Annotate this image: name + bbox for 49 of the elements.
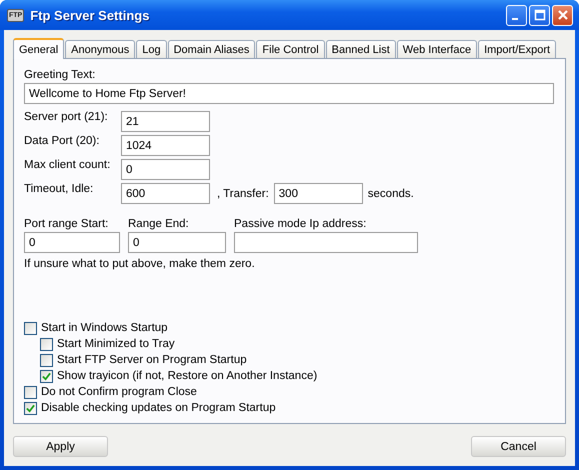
tab[interactable]: Domain Aliases <box>168 40 256 58</box>
tab[interactable]: Import/Export <box>478 40 556 58</box>
field-label: Passive mode Ip address: <box>234 218 368 230</box>
close-icon <box>556 9 568 21</box>
tab[interactable]: File Control <box>256 40 325 58</box>
checkbox[interactable] <box>40 338 53 350</box>
checkbox[interactable] <box>40 370 53 382</box>
maximize-button[interactable] <box>529 4 550 26</box>
input-field[interactable]: 0 <box>24 232 120 253</box>
dialog-button[interactable]: Cancel <box>471 436 566 457</box>
field-label: , Transfer: <box>217 188 269 200</box>
tab[interactable]: Anonymous <box>65 40 136 58</box>
field-label: Range End: <box>128 218 190 230</box>
checkbox-label: Show trayicon (if not, Restore on Another Instance) <box>57 370 318 382</box>
tab[interactable]: Log <box>136 40 167 58</box>
input-field[interactable] <box>234 232 418 253</box>
hint-text: If unsure what to put above, make them zero. <box>24 258 256 270</box>
input-field[interactable]: 0 <box>121 159 210 180</box>
minimize-button[interactable] <box>506 4 527 26</box>
tab[interactable]: Banned List <box>326 40 396 58</box>
checkbox[interactable] <box>40 354 53 366</box>
field-label: Port range Start: <box>24 218 110 230</box>
minimize-icon <box>512 18 518 20</box>
dialog-button[interactable]: Apply <box>13 436 108 457</box>
checkbox-label: Disable checking updates on Program Startup <box>41 402 276 414</box>
input-field[interactable]: 21 <box>121 111 210 132</box>
checkbox-label: Do not Confirm program Close <box>41 386 197 398</box>
field-label: Data Port (20): <box>24 135 100 147</box>
unit-label: seconds. <box>368 188 414 200</box>
checkbox-label: Start in Windows Startup <box>41 322 168 334</box>
tab[interactable]: Web Interface <box>396 40 478 58</box>
checkbox[interactable] <box>24 386 37 398</box>
checkbox[interactable] <box>24 322 37 334</box>
input-field[interactable]: 0 <box>128 232 226 253</box>
field-label: Server port (21): <box>24 111 109 123</box>
input-field[interactable]: 1024 <box>121 135 210 156</box>
tab[interactable]: General <box>13 38 64 59</box>
greeting-field[interactable]: Wellcome to Home Ftp Server! <box>24 83 554 104</box>
checkbox[interactable] <box>24 402 37 414</box>
field-label: Timeout, Idle: <box>24 183 94 195</box>
input-field[interactable]: 300 <box>274 183 363 204</box>
field-label: Greeting Text: <box>24 69 96 81</box>
input-field[interactable]: 600 <box>121 183 210 204</box>
window-title: Ftp Server Settings <box>30 8 150 22</box>
close-button[interactable] <box>552 4 573 26</box>
checkbox-label: Start Minimized to Tray <box>57 338 175 350</box>
maximize-icon <box>534 9 546 21</box>
checkbox-label: Start FTP Server on Program Startup <box>57 354 247 366</box>
field-label: Max client count: <box>24 159 112 171</box>
